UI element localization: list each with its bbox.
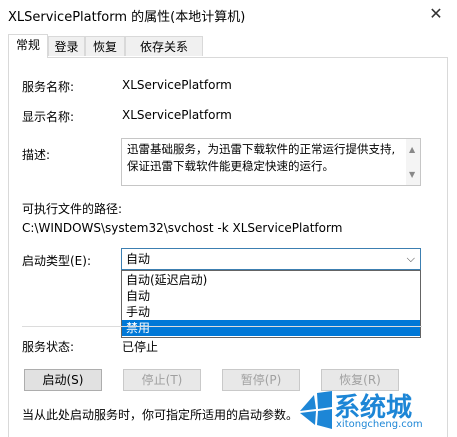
startup-type-value: 自动: [126, 252, 151, 266]
description-label: 描述:: [22, 148, 51, 162]
display-name-value: XLServicePlatform: [122, 108, 232, 122]
description-line-1: 迅雷基础服务，为迅雷下载软件的正常运行提供支持,: [127, 142, 396, 156]
startup-option-disabled[interactable]: 禁用: [122, 320, 420, 336]
scroll-up-icon[interactable]: ▲: [409, 141, 415, 158]
title-bar: XLServicePlatform 的属性(本地计算机) ✕: [0, 0, 457, 30]
service-status-value: 已停止: [122, 340, 159, 354]
stop-button[interactable]: 停止(T): [123, 369, 201, 391]
description-line-2: 保证迅雷下载软件能更稳定快速的运行。: [127, 159, 334, 173]
start-params-hint: 当从此处启动服务时，你可指定所适用的启动参数。: [22, 408, 299, 422]
service-name-label: 服务名称:: [22, 80, 75, 94]
description-scrollbar[interactable]: ▲ ▼: [406, 139, 420, 185]
path-value: C:\WINDOWS\system32\svchost -k XLService…: [22, 221, 343, 235]
scroll-down-icon[interactable]: ▼: [409, 166, 415, 183]
watermark-url: xitongcheng.com: [336, 419, 423, 430]
display-name-label: 显示名称:: [22, 110, 75, 124]
startup-type-select[interactable]: 自动 ⌵: [121, 248, 421, 270]
tab-recovery[interactable]: 恢复: [85, 36, 125, 56]
startup-option-manual[interactable]: 手动: [122, 304, 420, 320]
tab-logon[interactable]: 登录: [48, 36, 85, 56]
close-icon[interactable]: ✕: [425, 3, 447, 25]
divider: [22, 326, 422, 327]
watermark-logo: 系统城 xitongcheng.com: [300, 386, 457, 437]
tab-general[interactable]: 常规: [8, 34, 48, 58]
start-button[interactable]: 启动(S): [24, 369, 102, 391]
service-name-value: XLServicePlatform: [122, 78, 232, 92]
chevron-down-icon[interactable]: ⌵: [407, 249, 415, 269]
tab-dependencies[interactable]: 依存关系: [125, 36, 203, 56]
startup-option-auto[interactable]: 自动: [122, 288, 420, 304]
startup-type-dropdown: 自动(延迟启动) 自动 手动 禁用: [121, 270, 421, 338]
windows-logo-icon: [300, 391, 332, 429]
startup-type-label: 启动类型(E):: [22, 254, 91, 268]
window-title: XLServicePlatform 的属性(本地计算机): [8, 10, 246, 25]
description-box[interactable]: 迅雷基础服务，为迅雷下载软件的正常运行提供支持, 保证迅雷下载软件能更稳定快速的…: [121, 138, 421, 186]
startup-option-auto-delayed[interactable]: 自动(延迟启动): [122, 272, 420, 288]
pause-button[interactable]: 暂停(P): [222, 369, 300, 391]
service-status-label: 服务状态:: [22, 340, 75, 354]
path-label: 可执行文件的路径:: [22, 202, 123, 216]
